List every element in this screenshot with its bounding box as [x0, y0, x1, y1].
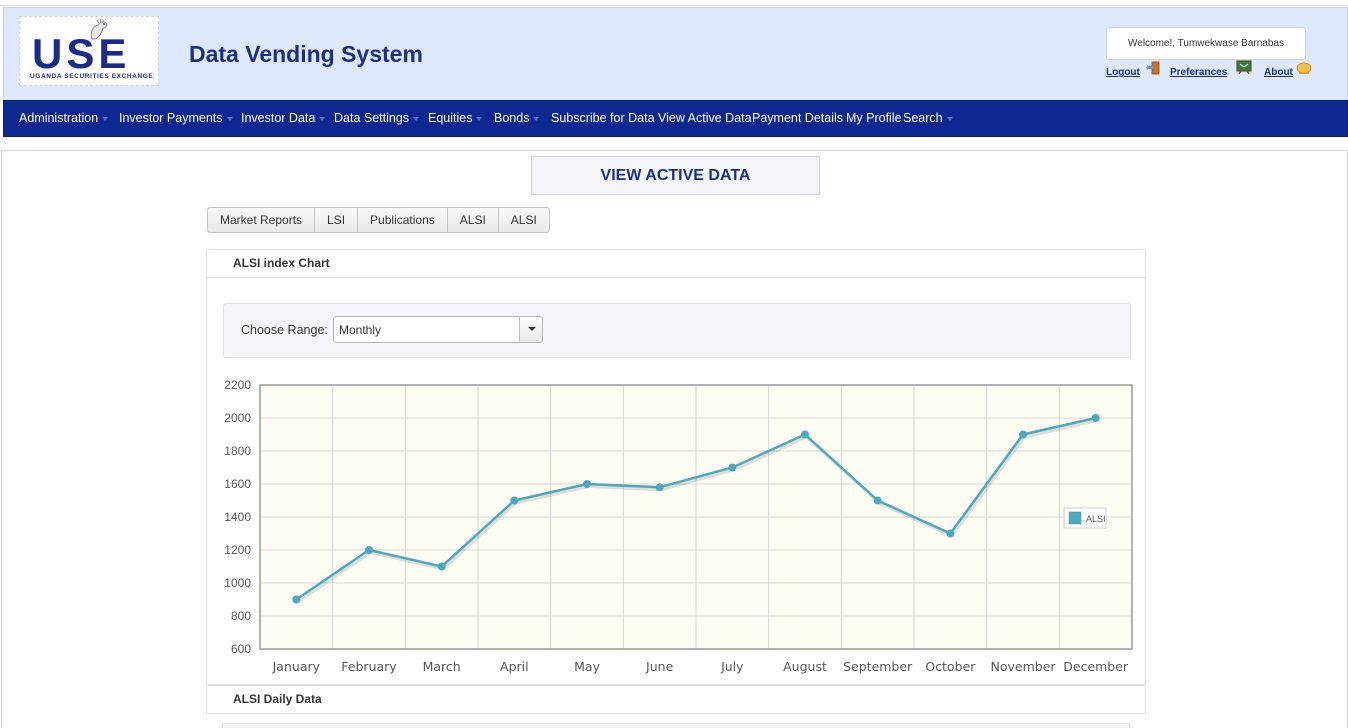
content-area: VIEW ACTIVE DATA Market Reports LSI Publ… [1, 150, 1348, 728]
nav-view-active-data[interactable]: View Active Data [658, 111, 752, 125]
y-tick-label: 1400 [224, 510, 251, 524]
data-point [292, 595, 301, 604]
y-tick-label: 1600 [224, 477, 251, 491]
data-point [1019, 430, 1027, 439]
nav-label: Bonds [494, 111, 530, 125]
data-point [437, 562, 446, 571]
logout-door-icon[interactable] [1146, 60, 1162, 76]
chevron-down-icon [413, 116, 420, 121]
about-info-icon[interactable] [1296, 60, 1312, 76]
nav-label: Data Settings [334, 111, 410, 125]
x-tick-label: November [990, 659, 1056, 674]
data-tabs: Market Reports LSI Publications ALSI ALS… [207, 207, 550, 233]
data-point [946, 529, 955, 538]
x-tick-label: September [843, 659, 913, 674]
chevron-down-icon [476, 116, 483, 121]
tab-alsi-2[interactable]: ALSI [499, 208, 549, 232]
dropdown-arrow-icon[interactable] [519, 317, 542, 342]
nav-label: Investor Payments [119, 111, 223, 125]
daily-panel-body [222, 723, 1130, 728]
tab-publications[interactable]: Publications [358, 208, 448, 232]
y-tick-label: 1200 [224, 543, 251, 557]
y-tick-label: 2200 [224, 378, 251, 392]
tab-alsi[interactable]: ALSI [448, 208, 499, 232]
y-tick-label: 1800 [224, 444, 251, 458]
x-tick-label: February [341, 659, 397, 674]
x-tick-label: June [645, 659, 674, 674]
data-point [728, 463, 737, 472]
logo-letters: USE [32, 30, 131, 77]
chevron-down-icon [102, 116, 109, 121]
logo-subtitle: UGANDA SECURITIES EXCHANGE [30, 73, 154, 80]
nav-label: Equities [428, 111, 473, 125]
y-tick-label: 800 [231, 609, 251, 623]
x-tick-label: August [783, 659, 827, 674]
nav-investor-data[interactable]: Investor Data [241, 111, 326, 125]
range-value: Monthly [339, 323, 382, 337]
x-tick-label: December [1063, 659, 1129, 674]
range-label: Choose Range: [241, 323, 328, 337]
range-select[interactable]: Monthly [333, 316, 543, 343]
app-title: Data Vending System [189, 41, 423, 67]
data-point [1091, 414, 1100, 422]
x-tick-label: April [500, 659, 529, 674]
data-point [510, 496, 519, 505]
nav-label: Investor Data [241, 111, 316, 125]
chart-panel-header[interactable]: ALSI index Chart [206, 249, 1146, 278]
preferences-link[interactable]: Preferances [1170, 67, 1227, 78]
nav-bonds[interactable]: Bonds [494, 111, 540, 125]
x-tick-label: March [423, 659, 461, 674]
legend-label: ALSI [1086, 514, 1106, 524]
y-tick-label: 600 [231, 642, 251, 656]
legend-swatch [1068, 511, 1082, 525]
chevron-down-icon [226, 116, 233, 121]
x-tick-label: July [720, 659, 744, 674]
y-tick-label: 2000 [224, 411, 251, 425]
use-logo[interactable]: USE UGANDA SECURITIES EXCHANGE [19, 16, 159, 86]
nav-payment-details[interactable]: Payment Details [752, 111, 843, 125]
welcome-message: Welcome!, Tumwekwase Barnabas [1106, 27, 1306, 60]
preferences-board-icon[interactable] [1236, 60, 1252, 76]
nav-label: Administration [19, 111, 99, 125]
tab-lsi[interactable]: LSI [315, 208, 359, 232]
y-tick-label: 1000 [224, 576, 251, 590]
page-title: VIEW ACTIVE DATA [531, 156, 820, 195]
range-filter: Choose Range: Monthly [223, 303, 1131, 358]
chevron-down-icon [319, 116, 326, 121]
top-border [0, 0, 1348, 6]
tab-market-reports[interactable]: Market Reports [208, 208, 316, 232]
nav-my-profile[interactable]: My Profile [846, 111, 902, 125]
alsi-line-chart: 600 800 1000 1200 1400 1600 1800 2000 2200 Januar… [224, 378, 1133, 674]
app-header: USE UGANDA SECURITIES EXCHANGE Data Vend… [3, 7, 1348, 100]
x-tick-label: October [925, 659, 976, 674]
chevron-down-icon [946, 116, 953, 121]
nav-subscribe-for-data[interactable]: Subscribe for Data [551, 111, 655, 125]
nav-administration[interactable]: Administration [19, 111, 109, 125]
x-tick-label: May [574, 659, 600, 674]
nav-equities[interactable]: Equities [428, 111, 483, 125]
data-point [801, 430, 809, 439]
data-point [365, 546, 373, 554]
nav-data-settings[interactable]: Data Settings [334, 111, 420, 125]
nav-label: Search [903, 111, 943, 125]
user-links: Logout Preferances About [1106, 60, 1326, 82]
logout-link[interactable]: Logout [1106, 67, 1140, 78]
data-point [873, 496, 882, 505]
data-point [583, 480, 591, 488]
nav-investor-payments[interactable]: Investor Payments [119, 111, 233, 125]
data-point [655, 483, 664, 492]
about-link[interactable]: About [1264, 67, 1293, 78]
daily-panel-header[interactable]: ALSI Daily Data [206, 685, 1146, 714]
x-tick-label: January [272, 659, 321, 674]
main-nav: Administration Investor Payments Investo… [3, 100, 1348, 137]
nav-search[interactable]: Search [903, 111, 953, 125]
chevron-down-icon [533, 116, 540, 121]
